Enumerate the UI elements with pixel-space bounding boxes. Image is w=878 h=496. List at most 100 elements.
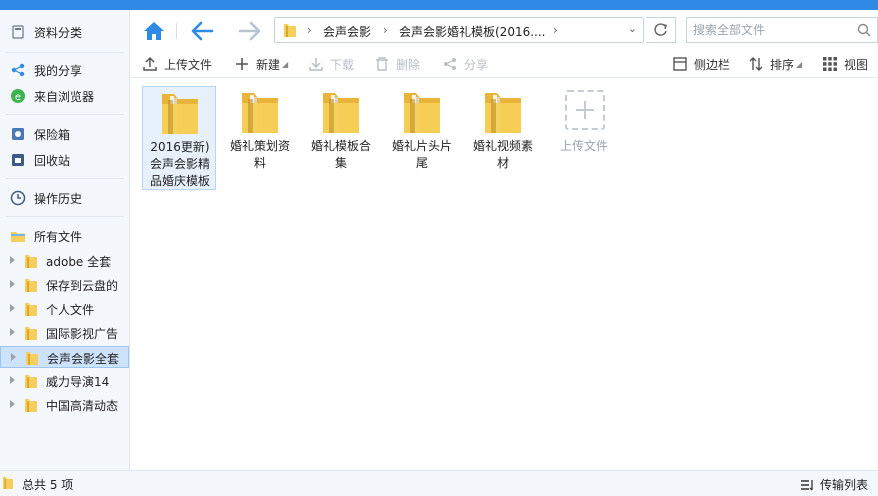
sidebar-item-trash[interactable]: 回收站 xyxy=(0,149,129,171)
divider xyxy=(6,178,124,179)
folder-item-selected[interactable]: 2016更新)会声会影精品婚庆模板 xyxy=(142,86,216,190)
expand-arrow-icon[interactable] xyxy=(10,376,15,384)
chevron-right-icon: › xyxy=(383,23,388,37)
sidebar-item-history[interactable]: 操作历史 xyxy=(0,187,129,209)
share-icon xyxy=(11,63,25,77)
tree-item[interactable]: 国际影视广告 xyxy=(0,322,129,344)
safe-icon xyxy=(12,128,24,140)
sidebar-item-label: 我的分享 xyxy=(34,64,83,78)
new-button[interactable]: 新建 ◢ xyxy=(234,54,288,74)
search-input[interactable] xyxy=(693,22,843,38)
sidebar-label: 侧边栏 xyxy=(694,57,731,72)
tree-item-label: 中国高清动态 xyxy=(46,399,119,413)
add-icon xyxy=(565,90,605,130)
tree-item-label: 威力导演14 xyxy=(46,375,110,389)
browser-icon: e xyxy=(11,89,25,103)
transfer-list-label: 传输列表 xyxy=(819,478,868,492)
view-label: 视图 xyxy=(844,57,869,72)
folder-item[interactable]: 婚礼策划资料 xyxy=(223,86,297,190)
download-button[interactable]: 下载 xyxy=(308,54,354,74)
sidebar-item-label: 操作历史 xyxy=(34,192,83,206)
tree-item-label: 国际影视广告 xyxy=(46,327,119,341)
tree-item-selected[interactable]: 会声会影全套 xyxy=(0,346,129,368)
sidebar-toggle-button[interactable]: 侧边栏 xyxy=(672,54,730,74)
home-icon[interactable] xyxy=(140,18,168,44)
folder-icon xyxy=(404,93,440,133)
folder-item[interactable]: 婚礼片头片尾 xyxy=(385,86,459,190)
folder-icon xyxy=(3,477,13,489)
transfer-list-button[interactable]: 传输列表 xyxy=(800,476,868,493)
expand-arrow-icon[interactable] xyxy=(10,400,15,408)
divider xyxy=(6,216,124,217)
tree-item-label: 保存到云盘的 xyxy=(46,279,119,293)
sidebar-item-label: 来自浏览器 xyxy=(34,90,95,104)
folder-item[interactable]: 婚礼视频素材 xyxy=(466,86,540,190)
sidebar-item-share[interactable]: 我的分享 xyxy=(0,59,129,81)
sidebar-icon xyxy=(673,57,687,71)
tree-item[interactable]: adobe 全套 xyxy=(0,250,129,272)
expand-arrow-icon[interactable] xyxy=(10,256,15,264)
tree-item-label: 个人文件 xyxy=(46,303,95,317)
share-label: 分享 xyxy=(464,57,489,72)
share-button[interactable]: 分享 xyxy=(442,54,488,74)
divider xyxy=(176,23,177,39)
tree-item[interactable]: 威力导演14 xyxy=(0,370,129,392)
search-icon[interactable] xyxy=(857,23,871,37)
divider xyxy=(6,114,124,115)
breadcrumb-item-current[interactable]: 会声会影婚礼模板(2016.... xyxy=(399,23,545,40)
folder-name: 2016更新)会声会影精品婚庆模板 xyxy=(149,140,210,188)
breadcrumb-item[interactable]: 会声会影 xyxy=(323,23,371,40)
sidebar: 资料分类 我的分享 e 来自浏览器 保险箱 回收站 操作历史 所有文件 adob… xyxy=(0,10,130,470)
forward-arrow-icon[interactable] xyxy=(236,18,264,44)
address-bar[interactable]: › 会声会影 › 会声会影婚礼模板(2016.... › ⌄ xyxy=(274,17,644,43)
sidebar-item-safe[interactable]: 保险箱 xyxy=(0,123,129,145)
search-box[interactable] xyxy=(686,17,878,43)
delete-label: 删除 xyxy=(396,57,421,72)
expand-arrow-icon[interactable] xyxy=(10,280,15,288)
download-label: 下载 xyxy=(330,57,355,72)
file-grid: 2016更新)会声会影精品婚庆模板 婚礼策划资料 婚礼模板合集 婚礼片头片尾 婚… xyxy=(130,78,878,470)
all-files-icon xyxy=(11,232,25,242)
tree-item[interactable]: 个人文件 xyxy=(0,298,129,320)
view-button[interactable]: 视图 xyxy=(822,54,868,74)
expand-arrow-icon[interactable] xyxy=(10,328,15,336)
refresh-icon[interactable] xyxy=(646,17,676,43)
grid-view-icon xyxy=(823,57,837,71)
caret-down-icon: ◢ xyxy=(282,59,289,69)
caret-down-icon: ◢ xyxy=(796,59,803,69)
navigation-bar: › 会声会影 › 会声会影婚礼模板(2016.... › ⌄ xyxy=(130,10,878,50)
sort-button[interactable]: 排序 ◢ xyxy=(748,54,802,74)
folder-icon xyxy=(162,94,198,134)
plus-icon xyxy=(236,58,248,70)
trash-icon xyxy=(376,57,388,71)
folder-icon xyxy=(25,255,37,268)
sidebar-item-browser[interactable]: e 来自浏览器 xyxy=(0,85,129,107)
sidebar-item-label: 所有文件 xyxy=(34,230,83,244)
chevron-down-icon[interactable]: ⌄ xyxy=(628,22,637,35)
expand-arrow-icon[interactable] xyxy=(10,304,15,312)
new-label: 新建 xyxy=(256,57,281,72)
folder-name: 婚礼视频素材 xyxy=(472,139,533,170)
folder-icon xyxy=(25,327,37,340)
upload-label: 上传文件 xyxy=(164,57,213,72)
delete-button[interactable]: 删除 xyxy=(374,54,420,74)
tree-item[interactable]: 保存到云盘的 xyxy=(0,274,129,296)
sidebar-item-label: 回收站 xyxy=(34,154,71,168)
upload-tile-label: 上传文件 xyxy=(559,139,608,153)
back-arrow-icon[interactable] xyxy=(188,18,216,44)
upload-tile[interactable]: 上传文件 xyxy=(547,86,621,190)
chevron-right-icon: › xyxy=(307,23,312,37)
window-top-bar xyxy=(0,0,878,10)
sidebar-item-category[interactable]: 资料分类 xyxy=(0,21,129,43)
folder-item[interactable]: 婚礼模板合集 xyxy=(304,86,378,190)
share-icon xyxy=(444,58,456,70)
toolbar: 上传文件 新建 ◢ 下载 删除 分享 侧边栏 排序 ◢ 视图 xyxy=(130,50,878,78)
upload-button[interactable]: 上传文件 xyxy=(142,54,212,74)
folder-icon xyxy=(25,279,37,292)
sidebar-item-all-files[interactable]: 所有文件 xyxy=(0,225,129,247)
tree-item[interactable]: 中国高清动态 xyxy=(0,394,129,416)
sort-icon xyxy=(749,57,763,71)
folder-icon xyxy=(25,399,37,412)
divider xyxy=(6,52,124,53)
expand-arrow-icon[interactable] xyxy=(11,353,16,361)
